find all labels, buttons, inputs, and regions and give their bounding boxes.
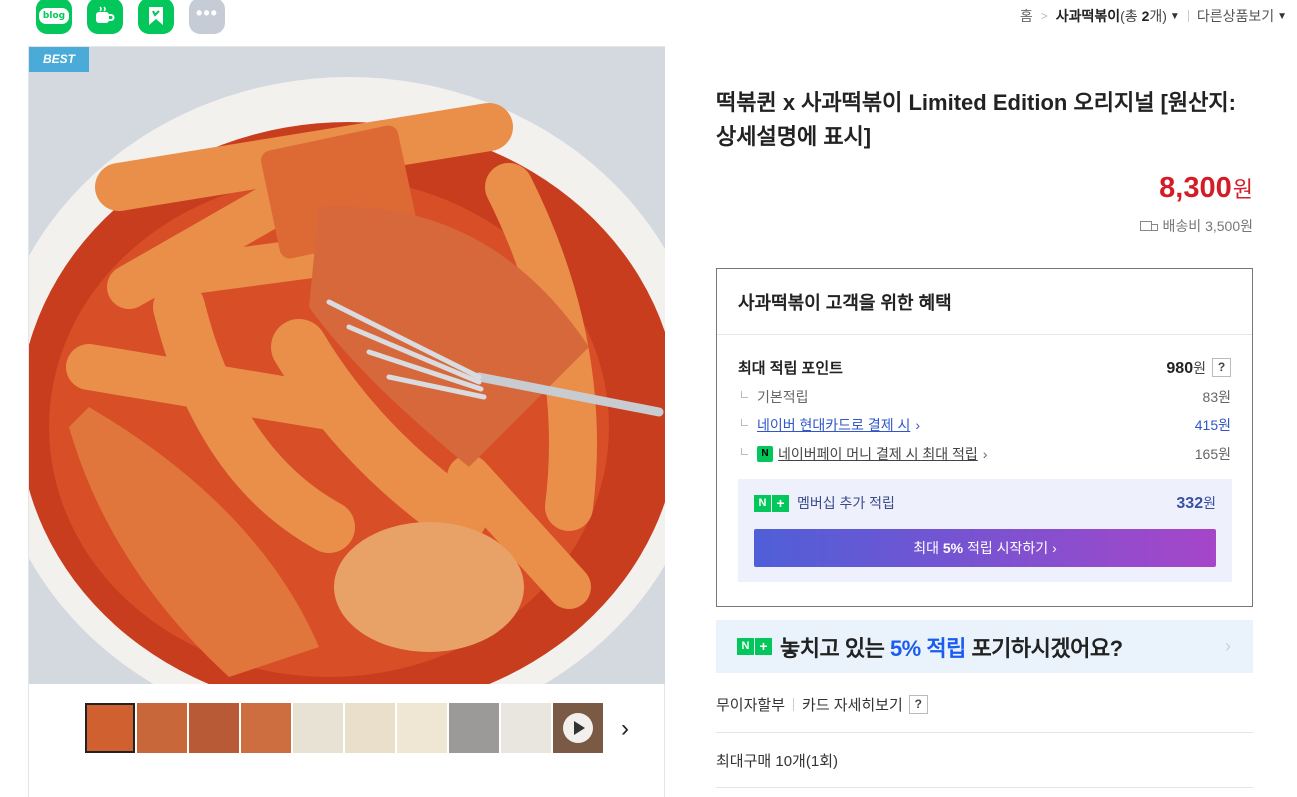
thumbnail[interactable] xyxy=(189,703,239,753)
naver-plus-icon: N + xyxy=(737,638,772,655)
bookmark-share-icon[interactable] xyxy=(138,0,174,34)
divider xyxy=(793,698,795,711)
membership-start-button[interactable]: 최대 5% 적립 시작하기 › xyxy=(754,529,1216,567)
shipping-fee: 배송비 3,500원 xyxy=(1139,216,1253,236)
share-bar: blog ••• xyxy=(36,0,225,36)
cafe-share-icon[interactable] xyxy=(87,0,123,34)
tree-corner-icon xyxy=(741,447,748,455)
divider xyxy=(1187,10,1189,22)
divider xyxy=(716,787,1253,788)
help-icon[interactable]: ? xyxy=(908,695,928,714)
bookmark-icon xyxy=(149,7,163,25)
video-thumbnail[interactable] xyxy=(553,703,603,753)
card-detail-link[interactable]: 카드 자세히보기 xyxy=(802,694,903,715)
product-price: 8,300원 xyxy=(1159,172,1253,204)
naver-pay-icon: N xyxy=(757,446,773,462)
chevron-right-icon: › xyxy=(982,446,988,462)
basic-points-row: 기본적립 83원 xyxy=(738,387,1231,407)
thumbnail-strip xyxy=(85,703,603,753)
main-product-image[interactable] xyxy=(29,47,665,684)
naver-plus-icon: N + xyxy=(754,494,789,512)
benefit-heading: 사과떡볶이 고객을 위한 혜택 xyxy=(717,269,1252,335)
max-purchase-text: 최대구매 10개(1회) xyxy=(716,753,838,770)
thumbnail[interactable] xyxy=(397,703,447,753)
hyundai-card-link[interactable]: 네이버 현대카드로 결제 시 xyxy=(757,415,910,435)
thumbnail[interactable] xyxy=(137,703,187,753)
next-thumbnail-button[interactable]: › xyxy=(621,715,629,743)
installment-label: 무이자할부 xyxy=(716,697,786,714)
membership-banner[interactable]: N + 놓치고 있는 5% 적립 포기하시겠어요? › xyxy=(716,620,1253,673)
max-points-row: 최대 적립 포인트 980원? xyxy=(738,357,1231,378)
breadcrumb: 홈 > 사과떡볶이(총 2개) ▼ 다른상품보기 ▼ xyxy=(1020,6,1287,26)
caret-down-icon[interactable]: ▼ xyxy=(1170,11,1180,22)
breadcrumb-separator: > xyxy=(1040,9,1048,23)
thumbnail[interactable] xyxy=(241,703,291,753)
blog-share-icon[interactable]: blog xyxy=(36,0,72,34)
divider xyxy=(716,732,1253,733)
breadcrumb-home[interactable]: 홈 xyxy=(1020,6,1033,26)
npay-points-row: N 네이버페이 머니 결제 시 최대 적립 › 165원 xyxy=(738,444,1231,464)
membership-panel: N + 멤버십 추가 적립 332원 최대 5% 적립 시작하기 › xyxy=(738,479,1232,582)
play-icon xyxy=(563,713,593,743)
benefit-box: 사과떡볶이 고객을 위한 혜택 최대 적립 포인트 980원? 기본적립 83원… xyxy=(716,268,1253,607)
thumbnail[interactable] xyxy=(501,703,551,753)
thumbnail[interactable] xyxy=(345,703,395,753)
caret-down-icon[interactable]: ▼ xyxy=(1277,11,1287,22)
chevron-right-icon: › xyxy=(915,417,921,433)
installment-row: 무이자할부 카드 자세히보기 ? xyxy=(716,694,928,715)
thumbnail[interactable] xyxy=(449,703,499,753)
card-points-row: 네이버 현대카드로 결제 시 › 415원 xyxy=(738,415,1231,435)
more-share-icon[interactable]: ••• xyxy=(189,0,225,34)
tree-corner-icon xyxy=(741,390,748,398)
thumbnail[interactable] xyxy=(293,703,343,753)
cup-icon xyxy=(96,6,115,23)
product-gallery: BEST › xyxy=(28,46,665,797)
truck-icon xyxy=(1139,220,1158,232)
product-title: 떡볶퀸 x 사과떡볶이 Limited Edition 오리지널 [원산지:상세… xyxy=(716,90,1236,149)
other-products-link[interactable]: 다른상품보기 xyxy=(1197,6,1274,26)
best-badge: BEST xyxy=(29,47,89,72)
breadcrumb-current-store[interactable]: 사과떡볶이(총 2개) xyxy=(1056,6,1167,26)
tteokbokki-photo xyxy=(29,47,665,684)
thumbnail[interactable] xyxy=(85,703,135,753)
help-icon[interactable]: ? xyxy=(1212,358,1231,377)
npay-money-link[interactable]: 네이버페이 머니 결제 시 최대 적립 xyxy=(778,444,978,464)
chevron-right-icon: › xyxy=(1225,636,1231,656)
tree-corner-icon xyxy=(741,418,748,426)
